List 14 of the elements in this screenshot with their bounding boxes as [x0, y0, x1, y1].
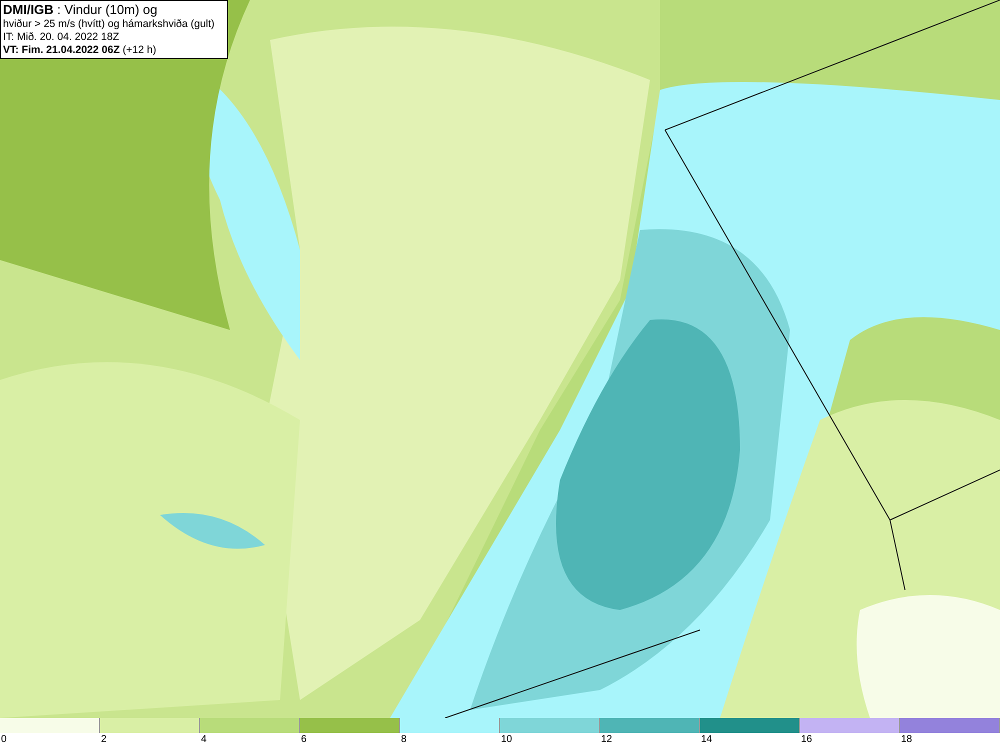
- legend-label: 10: [501, 734, 512, 746]
- legend-label: 6: [301, 734, 307, 746]
- legend-label: 16: [801, 734, 812, 746]
- title-line: IT: Mið. 20. 04. 2022 18Z: [3, 31, 120, 44]
- title-line: hviður > 25 m/s (hvítt) og hámarkshviða (gult): [3, 18, 216, 31]
- title-line: DMI/IGB : Vindur (10m) og: [3, 2, 158, 18]
- legend-label: 8: [401, 734, 407, 746]
- legend-label: 18: [901, 734, 912, 746]
- legend-label: 12: [601, 734, 612, 746]
- legend-label: 14: [701, 734, 712, 746]
- title-line: VT: Fim. 21.04.2022 06Z (+12 h): [3, 44, 158, 57]
- legend-label: 0: [1, 734, 7, 746]
- legend-label: 2: [101, 734, 107, 746]
- legend-label: 4: [201, 734, 207, 746]
